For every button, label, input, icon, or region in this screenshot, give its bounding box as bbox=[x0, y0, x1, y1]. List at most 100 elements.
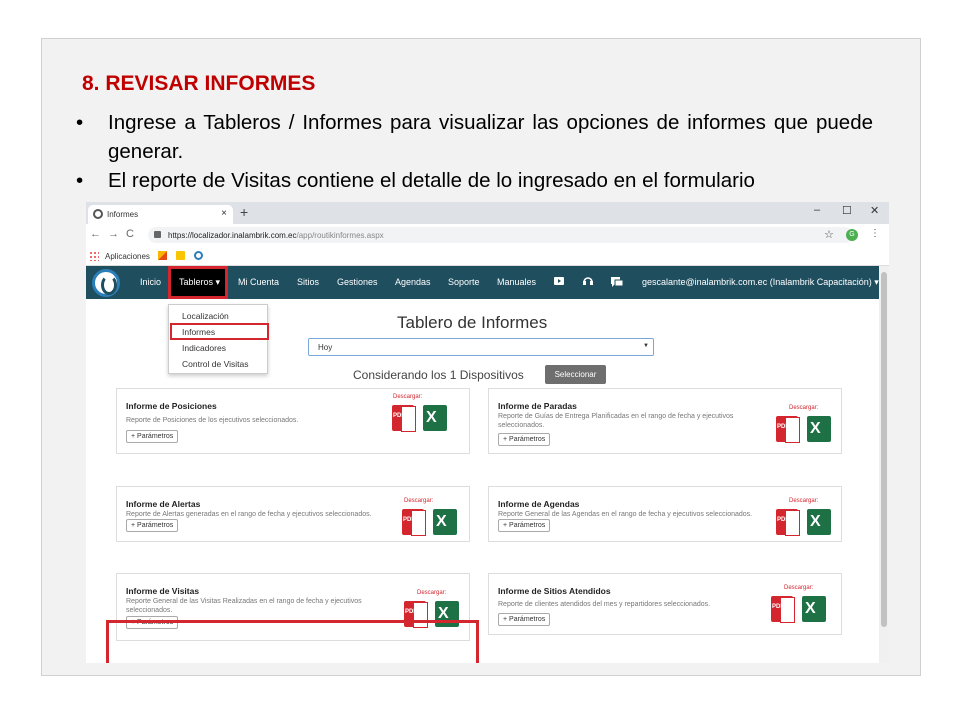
excel-icon-text: X bbox=[426, 409, 437, 426]
report-card-description: Reporte General de las Visitas Realizada… bbox=[126, 598, 362, 614]
bookmark-apps[interactable]: Aplicaciones bbox=[105, 252, 150, 261]
pdf-download-icon[interactable]: PDF bbox=[392, 405, 416, 432]
devices-count-text: Considerando los 1 Dispositivos bbox=[353, 368, 524, 382]
favicon-icon bbox=[93, 209, 103, 219]
pdf-download-icon[interactable]: PDF bbox=[776, 509, 800, 536]
video-icon[interactable] bbox=[553, 275, 565, 287]
download-label: Descargar: bbox=[789, 405, 819, 411]
download-label: Descargar: bbox=[789, 498, 819, 504]
reload-button[interactable]: C bbox=[126, 228, 134, 240]
nav-manuales[interactable]: Manuales bbox=[497, 277, 536, 287]
user-menu[interactable]: gescalante@inalambrik.com.ec (Inalambrik… bbox=[642, 277, 879, 288]
excel-download-icon[interactable]: X bbox=[802, 596, 826, 622]
forward-button[interactable]: → bbox=[108, 228, 119, 240]
scrollbar-thumb[interactable] bbox=[881, 272, 887, 627]
nav-agendas[interactable]: Agendas bbox=[395, 277, 431, 287]
bullet-item: El reporte de Visitas contiene el detall… bbox=[76, 166, 873, 195]
headset-icon[interactable] bbox=[582, 275, 594, 287]
app-content: Inicio Tableros ▾ Mi Cuenta Sitios Gesti… bbox=[86, 266, 879, 663]
report-card-title: Informe de Visitas bbox=[126, 586, 200, 596]
nav-inicio[interactable]: Inicio bbox=[140, 277, 161, 287]
report-card: Informe de Posiciones Reporte de Posicion… bbox=[116, 388, 470, 454]
pdf-download-icon[interactable]: PDF bbox=[402, 509, 426, 536]
close-window-button[interactable]: ✕ bbox=[870, 204, 879, 217]
excel-download-icon[interactable]: X bbox=[807, 416, 831, 442]
excel-download-icon[interactable]: X bbox=[423, 405, 447, 431]
browser-tabbar: Informes × + – ☐ ✕ bbox=[86, 202, 889, 224]
back-button[interactable]: ← bbox=[90, 228, 101, 240]
bookmark-star-icon[interactable]: ☆ bbox=[824, 228, 834, 241]
new-tab-button[interactable]: + bbox=[240, 204, 248, 220]
tableros-dropdown: Localización Informes Indicadores Contro… bbox=[168, 304, 269, 374]
report-card-title: Informe de Sitios Atendidos bbox=[498, 586, 611, 596]
report-card: Informe de Sitios Atendidos Reporte de cl… bbox=[488, 573, 842, 635]
parameters-button[interactable]: + Parámetros bbox=[498, 433, 551, 446]
bookmark-icon[interactable] bbox=[158, 251, 167, 260]
report-card-title: Informe de Alertas bbox=[126, 499, 201, 509]
report-card-description: Reporte de Alertas generadas en el rango… bbox=[126, 511, 372, 518]
chevron-down-icon: ▼ bbox=[643, 343, 649, 349]
pdf-icon-text: PDF bbox=[777, 424, 789, 430]
bookmarks-bar: Aplicaciones bbox=[86, 246, 889, 266]
dropdown-item-informes[interactable]: Informes bbox=[182, 327, 215, 337]
select-value: Hoy bbox=[318, 343, 333, 352]
slide: 8. REVISAR INFORMES Ingrese a Tableros /… bbox=[41, 38, 921, 676]
report-card-description: Reporte General de las Agendas en el ran… bbox=[498, 511, 753, 518]
nav-tableros[interactable]: Tableros ▾ bbox=[168, 266, 228, 299]
nav-mi-cuenta[interactable]: Mi Cuenta bbox=[238, 277, 279, 287]
pdf-icon-text: PDF bbox=[772, 604, 784, 610]
report-card-title: Informe de Posiciones bbox=[126, 401, 217, 411]
parameters-button[interactable]: + Parámetros bbox=[498, 519, 551, 532]
report-card: Informe de Agendas Reporte General de las… bbox=[488, 486, 842, 542]
parameters-button[interactable]: + Parámetros bbox=[498, 613, 551, 626]
minimize-button[interactable]: – bbox=[814, 204, 820, 216]
bookmark-icon[interactable] bbox=[194, 251, 203, 260]
parameters-button[interactable]: + Parámetros bbox=[126, 430, 179, 443]
visitas-highlight-frame bbox=[106, 620, 479, 663]
excel-icon-text: X bbox=[436, 513, 447, 530]
bullet-list: Ingrese a Tableros / Informes para visua… bbox=[76, 108, 873, 195]
excel-download-icon[interactable]: X bbox=[433, 509, 457, 535]
nav-soporte[interactable]: Soporte bbox=[448, 277, 480, 287]
dropdown-item-indicadores[interactable]: Indicadores bbox=[182, 343, 226, 353]
page-title: Tablero de Informes bbox=[397, 313, 548, 332]
dropdown-item-control-visitas[interactable]: Control de Visitas bbox=[182, 359, 248, 369]
maximize-button[interactable]: ☐ bbox=[842, 204, 852, 217]
parameters-button[interactable]: + Parámetros bbox=[126, 519, 179, 532]
url-host: https://localizador.inalambrik.com.ec bbox=[168, 231, 297, 240]
dropdown-item-localizacion[interactable]: Localización bbox=[182, 311, 229, 321]
excel-download-icon[interactable]: X bbox=[807, 509, 831, 535]
tab-title: Informes bbox=[107, 210, 139, 219]
url-field[interactable]: https://localizador.inalambrik.com.ec/ap… bbox=[148, 227, 853, 243]
report-card: Informe de Paradas Reporte de Guías de En… bbox=[488, 388, 842, 454]
browser-tab[interactable]: Informes × bbox=[88, 205, 233, 224]
pdf-icon-text: PDF bbox=[403, 517, 415, 523]
excel-icon-text: X bbox=[810, 420, 821, 437]
date-range-select[interactable]: Hoy ▼ bbox=[308, 338, 654, 356]
report-card-description: Reporte de Guías de Entrega Planificadas… bbox=[498, 413, 734, 429]
close-tab-icon[interactable]: × bbox=[221, 208, 227, 219]
app-logo[interactable] bbox=[92, 269, 120, 297]
report-card-description: Reporte de clientes atendidos del mes y … bbox=[498, 601, 711, 608]
download-label: Descargar: bbox=[404, 498, 434, 504]
pdf-download-icon[interactable]: PDF bbox=[771, 596, 795, 623]
pdf-icon-text: PDF bbox=[393, 413, 405, 419]
browser-menu-icon[interactable]: ⋮ bbox=[870, 228, 880, 239]
report-card: Informe de Alertas Reporte de Alertas gen… bbox=[116, 486, 470, 542]
pdf-download-icon[interactable]: PDF bbox=[776, 416, 800, 443]
profile-avatar[interactable]: G bbox=[846, 229, 858, 241]
chat-icon[interactable] bbox=[610, 275, 624, 289]
bookmark-icon[interactable] bbox=[176, 251, 185, 260]
download-label: Descargar: bbox=[393, 394, 423, 400]
report-card-title: Informe de Paradas bbox=[498, 401, 577, 411]
url-path: /app/routikinformes.aspx bbox=[296, 231, 384, 240]
app-navbar: Inicio Tableros ▾ Mi Cuenta Sitios Gesti… bbox=[86, 266, 879, 299]
nav-sitios[interactable]: Sitios bbox=[297, 277, 319, 287]
nav-tableros-label: Tableros ▾ bbox=[179, 277, 221, 287]
select-devices-button[interactable]: Seleccionar bbox=[545, 365, 606, 384]
browser-screenshot: Informes × + – ☐ ✕ ← → C https://localiz… bbox=[86, 202, 889, 663]
excel-icon-text: X bbox=[810, 513, 821, 530]
report-card-description: Reporte de Posiciones de los ejecutivos … bbox=[126, 417, 299, 424]
nav-gestiones[interactable]: Gestiones bbox=[337, 277, 378, 287]
apps-grid-icon[interactable] bbox=[89, 251, 99, 261]
